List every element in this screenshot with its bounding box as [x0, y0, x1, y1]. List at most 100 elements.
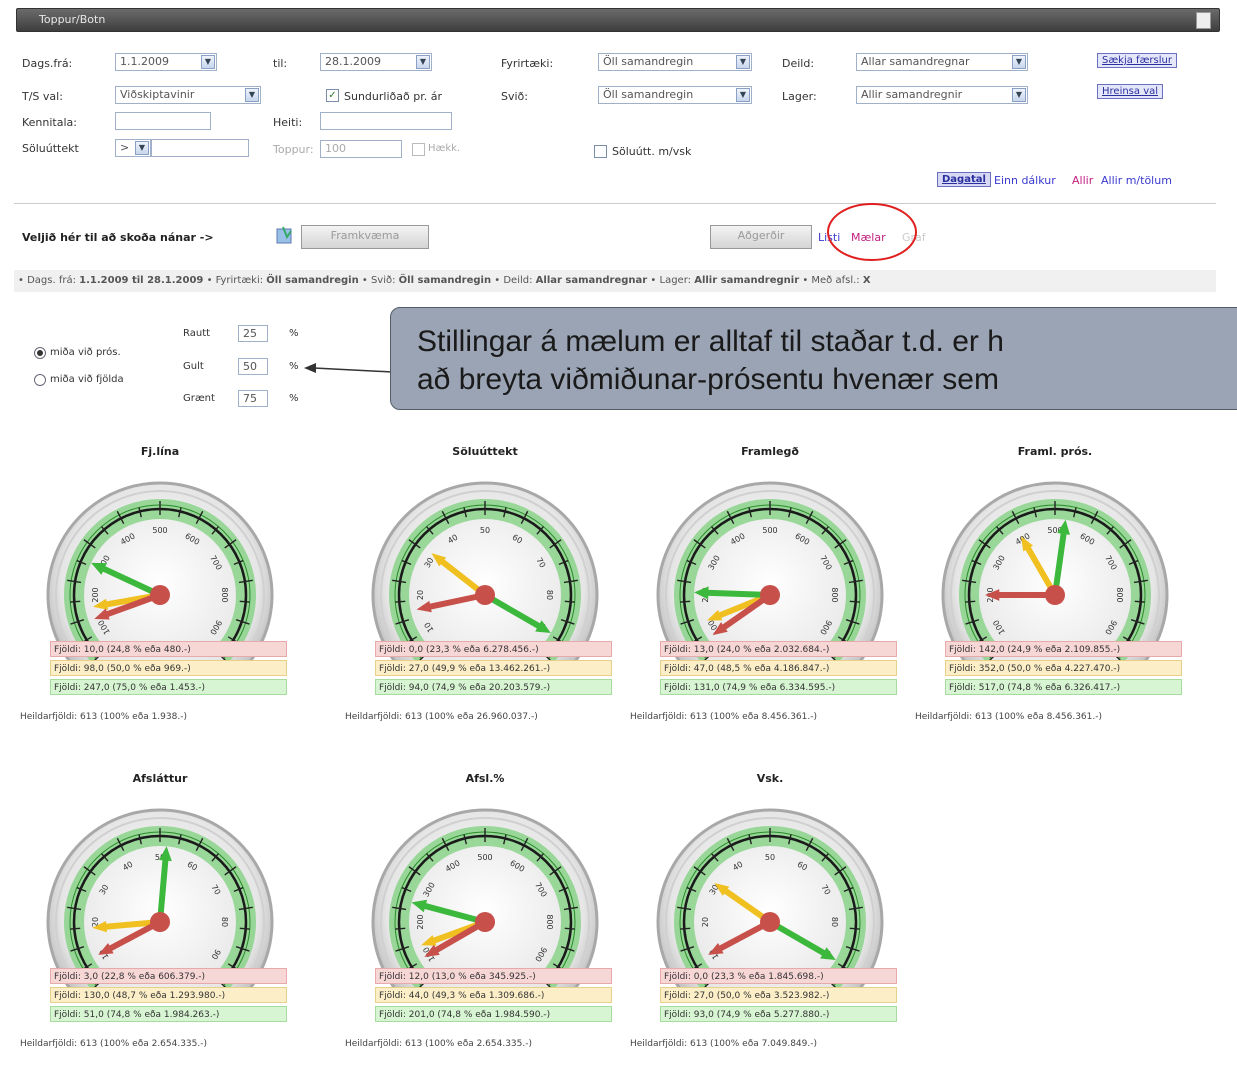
summary-lager: Allir samandregnir	[694, 275, 800, 286]
gauge-tick-label: 80	[830, 917, 839, 927]
window-title: Toppur/Botn	[39, 13, 106, 26]
sundurlidad-label: Sundurliðað pr. ár	[344, 90, 442, 103]
fyrirtaeki-select[interactable]: Öll samandregin ▼	[598, 53, 752, 71]
einn-dalkur-link[interactable]: Einn dálkur	[994, 174, 1056, 187]
callout-arrow	[304, 363, 393, 373]
gauge-title: Framl. prós.	[1017, 445, 1093, 458]
dags-fra-field[interactable]: 1.1.2009 ▼	[115, 53, 217, 71]
allir-tolum-link[interactable]: Allir m/tölum	[1101, 174, 1172, 187]
gauge-legend-r: Fjöldi: 3,0 (22,8 % eða 606.379.-)	[50, 968, 287, 984]
gult-label: Gult	[183, 361, 204, 372]
gauge-legend-g: Fjöldi: 201,0 (74,8 % eða 1.984.590.-)	[375, 1006, 612, 1022]
midad-pros-label: miða við prós.	[50, 347, 121, 358]
sundurlidad-checkbox[interactable]: ✓	[326, 89, 339, 102]
summary-svid-label: • Svið:	[361, 275, 396, 286]
gauge-tick-label: 800	[220, 587, 229, 602]
gauge-total: Heildarfjöldi: 613 (100% eða 8.456.361.-…	[630, 712, 818, 722]
dags-fra-label: Dags.frá:	[22, 57, 73, 70]
aegerdir-button[interactable]: Aðgerðir	[710, 225, 812, 249]
gauge-panel: Afsláttur102030405060708090Fjöldi: 3,0 (…	[20, 772, 300, 1082]
midad-pros-radio[interactable]	[34, 347, 46, 359]
export-icon[interactable]	[1196, 12, 1211, 29]
gauge-title: Vsk.	[756, 772, 784, 785]
calendar-dropdown-icon[interactable]: ▼	[416, 55, 430, 69]
gauge-hub	[150, 912, 170, 932]
soluuttekt-operator-value: >	[120, 141, 130, 154]
gauge-title: Fj.lína	[140, 445, 180, 458]
deild-label: Deild:	[782, 57, 815, 70]
gauge-hub	[760, 912, 780, 932]
gauge-total: Heildarfjöldi: 613 (100% eða 7.049.849.-…	[630, 1039, 818, 1049]
soluutt-vsk-checkbox[interactable]	[594, 145, 607, 158]
midad-fjolda-radio[interactable]	[34, 374, 46, 386]
rautt-pct: %	[289, 328, 299, 339]
hreinsa-val-button[interactable]: Hreinsa val	[1097, 84, 1164, 99]
calendar-dropdown-icon[interactable]: ▼	[201, 55, 215, 69]
gauge-panel: Afsl.%100200300400500600700800900Fjöldi:…	[345, 772, 625, 1082]
chevron-down-icon[interactable]: ▼	[1012, 55, 1026, 69]
gauge-legend-y: Fjöldi: 130,0 (48,7 % eða 1.293.980.-)	[50, 987, 287, 1003]
svid-select[interactable]: Öll samandregin ▼	[598, 86, 752, 104]
chevron-down-icon[interactable]: ▼	[736, 88, 750, 102]
toppur-input[interactable]: 100	[320, 140, 402, 158]
toppur-value: 100	[325, 142, 346, 155]
chevron-down-icon[interactable]: ▼	[135, 141, 149, 155]
saekja-faerslur-button[interactable]: Sækja færslur	[1097, 53, 1177, 68]
gauge-tick-label: 800	[545, 914, 554, 929]
heiti-input[interactable]	[320, 112, 452, 130]
gauge-tick-label: 800	[830, 587, 839, 602]
gauge-panel: Framl. prós.100200300400500600700800900F…	[915, 445, 1195, 755]
graent-label: Grænt	[183, 393, 215, 404]
gauge-panel: Framlegð100200300400500600700800900Fjöld…	[630, 445, 910, 755]
gauge-title: Framlegð	[741, 445, 799, 458]
dagatal-button[interactable]: Dagatal	[937, 172, 991, 187]
gult-pct: %	[289, 361, 299, 372]
summary-dags-label: • Dags. frá:	[18, 275, 76, 286]
gauge-total: Heildarfjöldi: 613 (100% eða 2.654.335.-…	[20, 1039, 208, 1049]
gauge-tick-label: 50	[765, 853, 775, 862]
rautt-input[interactable]: 25	[238, 325, 268, 342]
veljid-label: Veljið hér til að skoða nánar ->	[22, 231, 214, 244]
soluuttekt-input[interactable]	[151, 139, 249, 157]
summary-afsl: X	[862, 275, 871, 286]
gauge-tick-label: 500	[152, 526, 167, 535]
ts-select[interactable]: Viðskiptavinir ▼	[115, 86, 261, 104]
lager-select[interactable]: Allir samandregnir ▼	[856, 86, 1028, 104]
til-field[interactable]: 28.1.2009 ▼	[320, 53, 432, 71]
gauge-hub	[1045, 585, 1065, 605]
gauge-title: Afsl.%	[465, 772, 505, 785]
soluutt-vsk-label: Söluútt. m/vsk	[612, 145, 692, 158]
gauge-legend-r: Fjöldi: 142,0 (24,9 % eða 2.109.855.-)	[945, 641, 1182, 657]
chevron-down-icon[interactable]: ▼	[1012, 88, 1026, 102]
gauge-legend-r: Fjöldi: 12,0 (13,0 % eða 345.925.-)	[375, 968, 612, 984]
gauge-legend-r: Fjöldi: 13,0 (24,0 % eða 2.032.684.-)	[660, 641, 897, 657]
wizard-icon	[275, 225, 297, 247]
haekk-checkbox[interactable]	[412, 143, 425, 156]
summary-svid: Öll samandregin	[398, 275, 492, 286]
soluuttekt-label: Söluúttekt	[22, 142, 79, 155]
gauge-tick-label: 800	[1115, 587, 1124, 602]
gauge-legend-y: Fjöldi: 27,0 (50,0 % eða 3.523.982.-)	[660, 987, 897, 1003]
allir-link[interactable]: Allir	[1072, 174, 1093, 187]
lager-label: Lager:	[782, 90, 817, 103]
chevron-down-icon[interactable]: ▼	[245, 88, 259, 102]
summary-dates: 1.1.2009 til 28.1.2009	[79, 275, 204, 286]
framkvaema-button[interactable]: Framkvæma	[301, 225, 429, 249]
chevron-down-icon[interactable]: ▼	[736, 55, 750, 69]
graent-input[interactable]: 75	[238, 390, 268, 407]
gauge-tick-label: 20	[416, 590, 425, 600]
summary-deild-label: • Deild:	[494, 275, 533, 286]
graent-pct: %	[289, 393, 299, 404]
gult-input[interactable]: 50	[238, 358, 268, 375]
soluuttekt-operator[interactable]: > ▼	[115, 139, 151, 157]
gauge-legend-g: Fjöldi: 247,0 (75,0 % eða 1.453.-)	[50, 679, 287, 695]
kennitala-input[interactable]	[115, 112, 211, 130]
deild-select[interactable]: Allar samandregnar ▼	[856, 53, 1028, 71]
framkvaema-control[interactable]: Framkvæma	[275, 222, 430, 252]
gauge-title: Söluúttekt	[452, 445, 518, 458]
gauge-total: Heildarfjöldi: 613 (100% eða 26.960.037.…	[345, 712, 538, 722]
heiti-label: Heiti:	[273, 116, 303, 129]
gauge-legend-g: Fjöldi: 51,0 (74,8 % eða 1.984.263.-)	[50, 1006, 287, 1022]
kennitala-label: Kennitala:	[22, 116, 77, 129]
gauge-legend-g: Fjöldi: 93,0 (74,9 % eða 5.277.880.-)	[660, 1006, 897, 1022]
